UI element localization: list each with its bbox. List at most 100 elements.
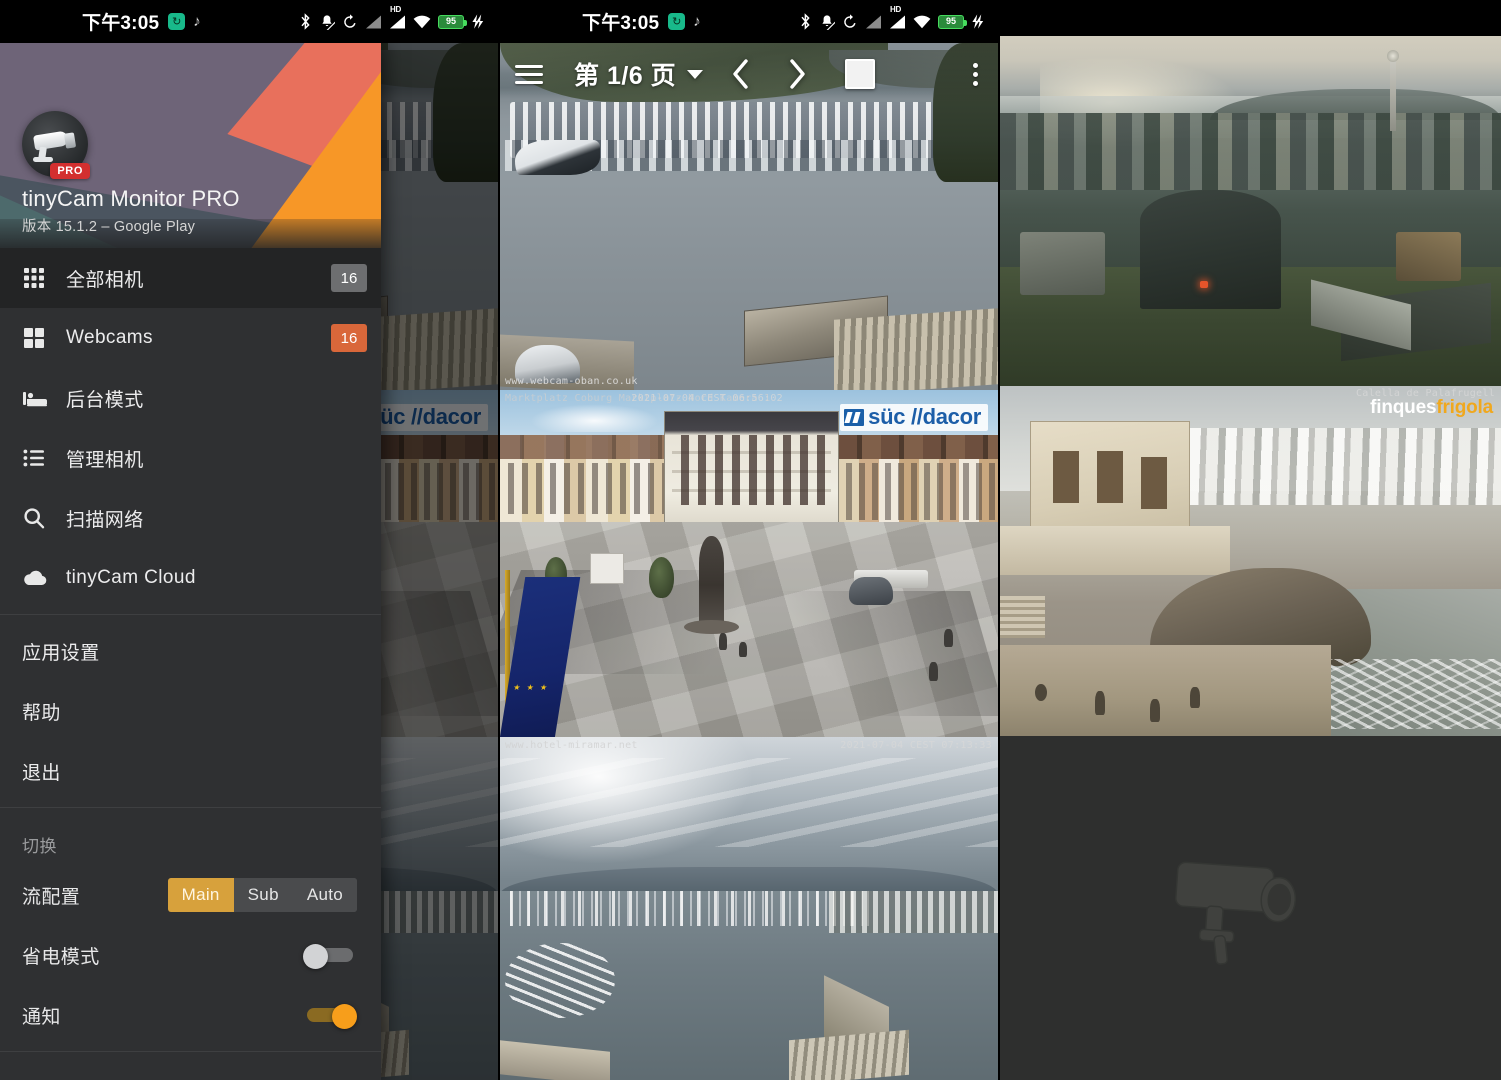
cloud-icon bbox=[22, 566, 66, 590]
status-bar-clock: 下午3:05 bbox=[582, 8, 659, 35]
camera-tile[interactable] bbox=[1000, 36, 1501, 386]
navigation-drawer: PRO tinyCam Monitor PRO 版本 15.1.2 – Goog… bbox=[0, 43, 381, 1080]
sidebar-item-scan-network[interactable]: 扫描网络 bbox=[0, 488, 381, 548]
sidebar-item-label: tinyCam Cloud bbox=[66, 567, 367, 589]
offline-placeholder-scene bbox=[1000, 736, 1501, 1080]
sync-green-icon: ↻ bbox=[168, 13, 185, 30]
status-bar-spacer bbox=[1000, 0, 1501, 36]
wifi-icon bbox=[913, 15, 931, 29]
sidebar-item-tinycam-cloud[interactable]: tinyCam Cloud bbox=[0, 548, 381, 608]
bed-icon bbox=[22, 386, 66, 410]
notification-toggle[interactable] bbox=[303, 1004, 357, 1026]
sidebar-item-label: Webcams bbox=[66, 327, 331, 349]
layout-toggle-button[interactable] bbox=[833, 43, 887, 105]
stream-option-auto[interactable]: Auto bbox=[293, 878, 357, 912]
sidebar-item-label: 退出 bbox=[22, 758, 359, 785]
sidebar-item-label: 应用设置 bbox=[22, 638, 359, 665]
sidebar-item-webcams[interactable]: Webcams 16 bbox=[0, 308, 381, 368]
camera-grid-middle: www.webcam-oban.co.uk bbox=[500, 43, 998, 1080]
camera-count-badge: 16 bbox=[331, 264, 367, 292]
cctv-camera-icon bbox=[1154, 831, 1347, 984]
app-version: 版本 15.1.2 – Google Play bbox=[22, 215, 240, 236]
sidebar-item-label: 全部相机 bbox=[66, 265, 331, 292]
music-note-icon: ♪ bbox=[693, 13, 701, 30]
charging-bolt-icon bbox=[971, 14, 984, 29]
app-title: tinyCam Monitor PRO bbox=[22, 186, 240, 211]
sidebar-item-label: 管理相机 bbox=[66, 445, 367, 472]
frigola-text: frigola bbox=[1436, 397, 1493, 418]
suc-logo-icon bbox=[844, 409, 864, 426]
camera-timestamp: 2021-07-04 CEST 06:56:02 bbox=[631, 393, 783, 404]
sidebar-item-background-mode[interactable]: 后台模式 bbox=[0, 368, 381, 428]
pro-badge: PRO bbox=[50, 163, 90, 179]
signal-bars-icon bbox=[865, 15, 882, 29]
hd-signal-icon: HD bbox=[389, 15, 406, 29]
status-bar-clock: 下午3:05 bbox=[82, 8, 159, 35]
chevron-left-icon bbox=[730, 57, 752, 91]
rotation-lock-icon bbox=[842, 14, 858, 30]
next-page-button[interactable] bbox=[769, 43, 825, 105]
hd-signal-icon: HD bbox=[889, 15, 906, 29]
sidebar-item-label: 后台模式 bbox=[66, 385, 367, 412]
coastal-dusk-scene bbox=[1000, 36, 1501, 386]
rotation-lock-icon bbox=[342, 14, 358, 30]
finques-frigola-watermark: finquesfrigola bbox=[1370, 398, 1493, 417]
notifications-muted-icon bbox=[819, 14, 835, 30]
sidebar-item-help[interactable]: 帮助 bbox=[0, 681, 381, 741]
camera-tile[interactable]: www.hotel-miramar.net 2021-07-04 CEST 07… bbox=[500, 737, 998, 1080]
screenshot-root: süc //dacor bbox=[0, 0, 1501, 1080]
drawer-divider-2 bbox=[0, 807, 381, 808]
panel-camera-grid-scrolled: Calella de Palafrugell finquesfrigola bbox=[1000, 0, 1501, 1080]
power-save-label: 省电模式 bbox=[22, 942, 100, 969]
hamburger-menu-icon[interactable] bbox=[500, 43, 558, 105]
status-bar: 下午3:05 ↻ ♪ HD 95 bbox=[500, 0, 998, 43]
notifications-muted-icon bbox=[319, 14, 335, 30]
status-bar-system-icons: HD 95 bbox=[299, 13, 484, 30]
sunny-bay-scene bbox=[500, 737, 998, 1080]
search-icon bbox=[22, 506, 66, 530]
bluetooth-icon bbox=[799, 13, 812, 30]
camera-tile[interactable]: Marktplatz Coburg Marktplatz Nord Kamera… bbox=[500, 390, 998, 737]
app-logo-icon: PRO bbox=[22, 111, 88, 177]
sidebar-item-label: 帮助 bbox=[22, 698, 359, 725]
drawer-bottom-divider bbox=[0, 1051, 381, 1052]
sidebar-item-manage-cameras[interactable]: 管理相机 bbox=[0, 428, 381, 488]
grid-4-icon bbox=[22, 326, 66, 350]
camera-timestamp: 2021-07-04 CEST 07:13:33 bbox=[840, 740, 992, 751]
battery-icon: 95 bbox=[938, 15, 964, 29]
calella-beach-scene bbox=[1000, 386, 1501, 736]
page-label: 第 1/6 页 bbox=[574, 56, 676, 92]
battery-icon: 95 bbox=[438, 15, 464, 29]
single-pane-layout-icon bbox=[845, 59, 875, 89]
market-square-scene bbox=[500, 390, 998, 737]
sidebar-item-label: 扫描网络 bbox=[66, 505, 367, 532]
setting-row-power-save: 省电模式 bbox=[0, 925, 381, 985]
panel-drawer-open: süc //dacor bbox=[0, 0, 500, 1080]
finques-text: finques bbox=[1370, 397, 1436, 418]
signal-bars-icon bbox=[365, 15, 382, 29]
power-save-toggle[interactable] bbox=[303, 944, 357, 966]
panel-camera-grid: www.webcam-oban.co.uk bbox=[500, 0, 1000, 1080]
camera-count-badge: 16 bbox=[331, 324, 367, 352]
overflow-menu-button[interactable] bbox=[952, 43, 998, 105]
camera-tile-offline[interactable] bbox=[1000, 736, 1501, 1080]
camera-tile[interactable]: Calella de Palafrugell finquesfrigola bbox=[1000, 386, 1501, 736]
camera-watermark: www.webcam-oban.co.uk bbox=[505, 376, 638, 387]
status-bar-system-icons: HD 95 bbox=[799, 13, 984, 30]
sync-green-icon: ↻ bbox=[668, 13, 685, 30]
chevron-right-icon bbox=[786, 57, 808, 91]
suc-dacor-text: süc //dacor bbox=[868, 406, 981, 428]
more-vertical-icon bbox=[973, 63, 978, 68]
stream-option-sub[interactable]: Sub bbox=[234, 878, 293, 912]
sidebar-item-app-settings[interactable]: 应用设置 bbox=[0, 621, 381, 681]
chevron-down-icon bbox=[687, 70, 703, 79]
list-icon bbox=[22, 446, 66, 470]
stream-option-main[interactable]: Main bbox=[168, 878, 234, 912]
stream-config-segmented[interactable]: Main Sub Auto bbox=[168, 878, 357, 912]
prev-page-button[interactable] bbox=[713, 43, 769, 105]
sidebar-item-all-cameras[interactable]: 全部相机 16 bbox=[0, 248, 381, 308]
setting-row-stream-config: 流配置 Main Sub Auto bbox=[0, 865, 381, 925]
page-selector[interactable]: 第 1/6 页 bbox=[574, 56, 703, 92]
camera-grid-right: Calella de Palafrugell finquesfrigola bbox=[1000, 36, 1501, 1080]
sidebar-item-exit[interactable]: 退出 bbox=[0, 741, 381, 801]
